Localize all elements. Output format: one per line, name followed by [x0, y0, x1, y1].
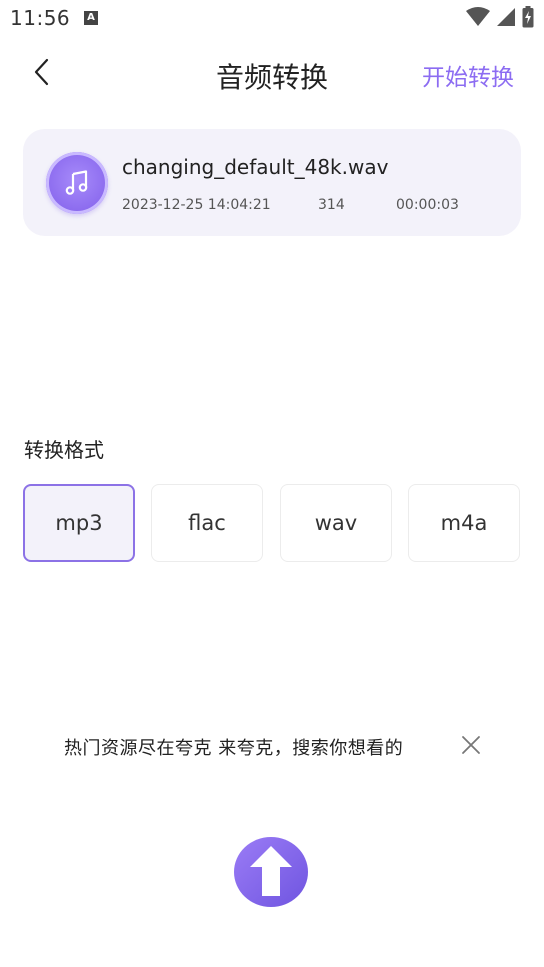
music-note-icon: [65, 170, 88, 195]
wifi-icon: [466, 7, 490, 26]
format-option-mp3[interactable]: mp3: [23, 484, 135, 562]
start-convert-button[interactable]: 开始转换: [422, 58, 514, 92]
close-icon: [462, 736, 480, 754]
audio-file-card[interactable]: changing_default_48k.wav 2023-12-25 14:0…: [23, 129, 521, 236]
music-file-icon: [46, 152, 108, 214]
app-logo[interactable]: [232, 834, 310, 908]
status-bar: 11:56 A: [0, 0, 544, 36]
format-section-label: 转换格式: [24, 438, 104, 462]
format-option-flac[interactable]: flac: [151, 484, 263, 562]
format-option-m4a[interactable]: m4a: [408, 484, 520, 562]
notification-icon: A: [84, 11, 98, 25]
file-date: 2023-12-25 14:04:21: [122, 197, 271, 213]
ad-close-button[interactable]: [459, 733, 483, 757]
header: 音频转换 开始转换: [0, 44, 544, 100]
format-options: mp3 flac wav m4a: [23, 484, 521, 562]
signal-icon: [497, 8, 515, 26]
format-option-wav[interactable]: wav: [280, 484, 392, 562]
file-size: 314: [318, 197, 345, 213]
status-time: 11:56: [10, 6, 71, 30]
battery-icon: [522, 6, 534, 28]
file-name: changing_default_48k.wav: [122, 155, 389, 179]
upload-arrow-icon: [234, 837, 308, 907]
file-duration: 00:00:03: [396, 197, 459, 213]
ad-banner-text[interactable]: 热门资源尽在夸克 来夸克，搜索你想看的: [64, 734, 403, 760]
status-icons: [466, 6, 534, 28]
